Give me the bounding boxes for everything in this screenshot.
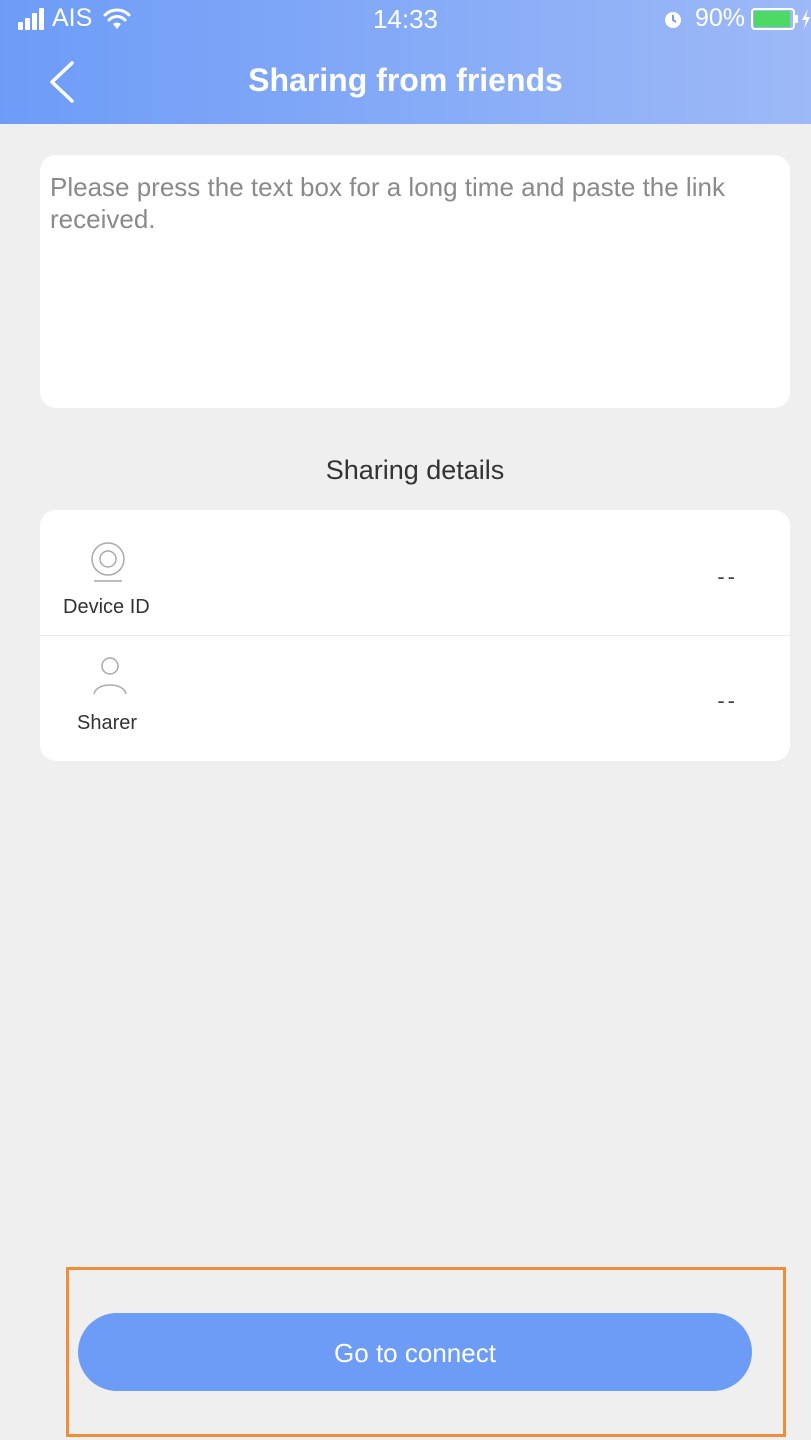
- carrier-name: AIS: [52, 4, 93, 32]
- header-bar: AIS 14:33 90% Sharing from friends: [0, 0, 811, 124]
- status-right: 90%: [663, 4, 811, 33]
- go-to-connect-button[interactable]: Go to connect: [78, 1313, 752, 1391]
- link-textarea[interactable]: [40, 155, 790, 408]
- page-title: Sharing from friends: [248, 62, 563, 98]
- wifi-icon: [102, 8, 132, 30]
- sharing-details-title: Sharing details: [325, 455, 505, 485]
- battery-percent: 90%: [694, 4, 745, 32]
- detail-label: Device ID: [63, 596, 150, 618]
- alarm-icon: [664, 11, 681, 28]
- camera-icon: [91, 542, 125, 582]
- signal-icon: [18, 7, 46, 30]
- status-left: AIS: [18, 4, 132, 33]
- battery-icon: [751, 7, 798, 30]
- charging-icon: [802, 8, 810, 29]
- detail-label: Sharer: [77, 712, 138, 734]
- detail-value: --: [717, 688, 738, 713]
- back-chevron-icon[interactable]: [46, 60, 76, 104]
- detail-value: --: [717, 564, 738, 589]
- sharing-details-card: Device ID -- Sharer --: [40, 510, 790, 761]
- link-input-box[interactable]: [40, 155, 790, 408]
- detail-row-device-id: Device ID --: [40, 510, 790, 635]
- user-icon: [93, 657, 127, 695]
- detail-row-sharer: Sharer --: [40, 636, 790, 761]
- status-bar: AIS 14:33 90%: [0, 0, 811, 40]
